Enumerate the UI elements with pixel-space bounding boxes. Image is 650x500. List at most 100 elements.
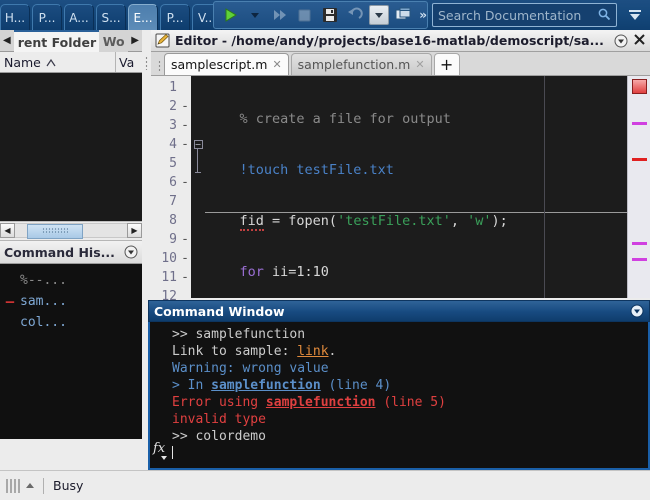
ribbon-tab-shortcuts[interactable]: S... (96, 4, 126, 30)
code-line[interactable]: for ii=1:10 (205, 263, 627, 282)
code-line[interactable]: !touch testFile.txt (205, 161, 627, 180)
scroll-right-button[interactable]: ▶ (127, 222, 142, 238)
file-list[interactable] (0, 73, 142, 221)
ribbon-tab-label: P... (166, 10, 184, 25)
layout-windows-icon[interactable] (392, 3, 414, 27)
console-link[interactable]: samplefunction (211, 378, 321, 393)
ribbon-tab-bar: H... P... A... S... E... P... V... (0, 0, 224, 30)
search-documentation-field[interactable]: Search Documentation (432, 3, 617, 27)
breakpoint-slot[interactable]: - (179, 173, 191, 192)
history-text: col... (20, 315, 67, 330)
analyzer-marker[interactable] (632, 258, 647, 261)
console-link[interactable]: link (297, 344, 328, 359)
list-item[interactable]: — sam... (0, 291, 142, 312)
close-icon[interactable] (633, 33, 646, 49)
new-document-button[interactable]: + (433, 53, 460, 75)
breakpoint-gutter[interactable]: - - - - - - - (179, 76, 191, 298)
history-text: sam... (20, 294, 67, 309)
fx-icon[interactable]: fx (153, 441, 165, 456)
command-history-title-bar: Command His... (0, 240, 142, 264)
panel-title: Command Window (154, 303, 285, 319)
code-section-divider (205, 212, 627, 213)
panel-tab-current-folder[interactable]: rent Folder (13, 30, 99, 52)
editor-drag-handle[interactable] (142, 30, 151, 298)
code-line[interactable]: fid = fopen('testFile.txt', 'w'); (205, 212, 627, 231)
file-list-hscrollbar[interactable]: ◀ ▶ (0, 221, 142, 239)
code-folding-gutter[interactable]: − (191, 76, 205, 298)
command-window-output[interactable]: fx >> samplefunction Link to sample: lin… (148, 322, 650, 470)
code-text[interactable]: % create a file for output !touch testFi… (205, 76, 627, 298)
editor-code-area[interactable]: 1 2 3 4 5 6 7 8 9 10 11 12 - - - - - - -… (151, 76, 650, 304)
breakpoint-slot[interactable]: - (179, 230, 191, 249)
ribbon-tab-publish[interactable]: P... (160, 4, 190, 30)
breakpoint-slot[interactable]: - (179, 116, 191, 135)
chevron-down-icon[interactable] (625, 5, 645, 25)
column-header-value[interactable]: Va (116, 55, 142, 70)
ribbon-tab-home[interactable]: H... (0, 4, 30, 30)
breakpoint-slot[interactable]: - (179, 268, 191, 287)
console-link[interactable]: (line 4) (321, 378, 392, 393)
save-icon[interactable] (319, 3, 341, 27)
code-analyzer-gutter[interactable] (627, 76, 650, 298)
list-item[interactable]: col... (0, 312, 142, 333)
run-options-dropdown-icon[interactable] (244, 3, 266, 27)
undo-icon[interactable] (344, 3, 366, 27)
breakpoint-slot[interactable]: - (179, 135, 191, 154)
console-link[interactable]: (line 5) (376, 395, 446, 410)
undo-dropdown-icon[interactable] (368, 5, 390, 25)
breakpoint-slot[interactable] (179, 211, 191, 230)
chevron-down-circle-icon[interactable] (630, 304, 644, 318)
breakpoint-slot[interactable] (179, 78, 191, 97)
document-tab-label: samplefunction.m (297, 57, 411, 72)
console-link[interactable]: samplefunction (266, 395, 376, 410)
analyzer-marker[interactable] (632, 158, 647, 161)
list-item[interactable]: %--... (0, 270, 142, 291)
document-tab-samplefunction[interactable]: samplefunction.m ✕ (290, 53, 432, 75)
resize-grip-icon[interactable] (6, 478, 22, 493)
triangle-right-icon[interactable]: ▶ (128, 30, 143, 51)
console-line: Link to sample: link. (172, 343, 648, 360)
column-header-name[interactable]: Name (0, 52, 116, 72)
triangle-left-icon[interactable]: ◀ (0, 30, 14, 51)
breakpoint-slot[interactable] (179, 154, 191, 173)
close-icon[interactable]: ✕ (415, 58, 424, 71)
scrollbar-track[interactable] (15, 222, 127, 239)
document-tab-samplescript[interactable]: samplescript.m ✕ (164, 53, 289, 75)
ribbon-tab-editor[interactable]: E... (128, 4, 158, 30)
scrollbar-thumb[interactable] (27, 223, 83, 239)
ribbon-tab-apps[interactable]: A... (64, 4, 94, 30)
code-line[interactable]: % create a file for output (205, 110, 627, 129)
code-analyzer-status-indicator[interactable] (632, 79, 647, 94)
fold-range-end (195, 172, 201, 173)
toolbar-overflow-button[interactable]: » (419, 8, 427, 22)
console-text: Warning: wrong value (172, 361, 329, 376)
fx-dropdown-icon[interactable] (161, 456, 167, 460)
breakpoint-slot[interactable]: - (179, 97, 191, 116)
fold-collapse-icon[interactable]: − (193, 140, 203, 149)
command-input-line[interactable] (172, 445, 648, 462)
left-panel-column: ◀ rent Folder Wo ▶ Name Va ◀ ▶ Command H… (0, 30, 143, 470)
command-history-list[interactable]: %--... — sam... col... (0, 264, 142, 439)
ribbon-tab-label: E... (133, 10, 153, 25)
panel-tab-workspace[interactable]: Wo (98, 30, 129, 52)
breakpoint-slot[interactable]: - (179, 249, 191, 268)
tabbar-drag-handle[interactable] (155, 55, 164, 75)
scroll-left-button[interactable]: ◀ (0, 222, 15, 238)
quick-access-toolbar: » (213, 1, 428, 29)
history-marker: — (5, 293, 15, 310)
chevron-down-circle-icon[interactable] (614, 34, 628, 48)
chevron-down-circle-icon[interactable] (124, 245, 138, 259)
run-play-icon[interactable] (219, 3, 241, 27)
close-icon[interactable]: ✕ (272, 58, 281, 71)
analyzer-marker[interactable] (632, 242, 647, 245)
triangle-up-icon[interactable] (26, 483, 34, 488)
line-number: 3 (169, 118, 177, 133)
console-text: >> colordemo (172, 429, 266, 444)
breakpoint-slot[interactable] (179, 192, 191, 211)
ribbon-tab-plots[interactable]: P... (32, 4, 62, 30)
analyzer-marker[interactable] (632, 122, 647, 125)
search-icon[interactable] (597, 7, 611, 24)
step-forward-icon[interactable] (269, 3, 291, 27)
status-divider (43, 477, 44, 494)
stop-icon[interactable] (294, 3, 316, 27)
